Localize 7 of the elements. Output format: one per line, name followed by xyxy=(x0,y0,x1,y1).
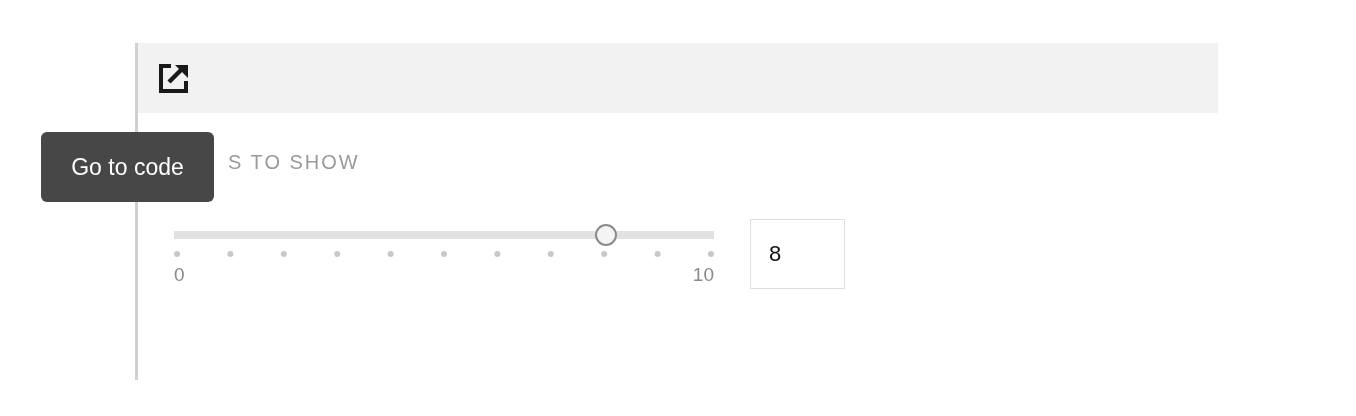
field-label: S TO SHOW xyxy=(228,151,360,173)
max-label: 10 xyxy=(692,264,714,286)
tooltip: Go to code xyxy=(41,132,214,202)
value-input[interactable]: 8 xyxy=(750,219,845,289)
min-label: 0 xyxy=(174,264,185,286)
slider-thumb[interactable] xyxy=(595,224,617,246)
external-link-icon[interactable] xyxy=(158,62,190,94)
